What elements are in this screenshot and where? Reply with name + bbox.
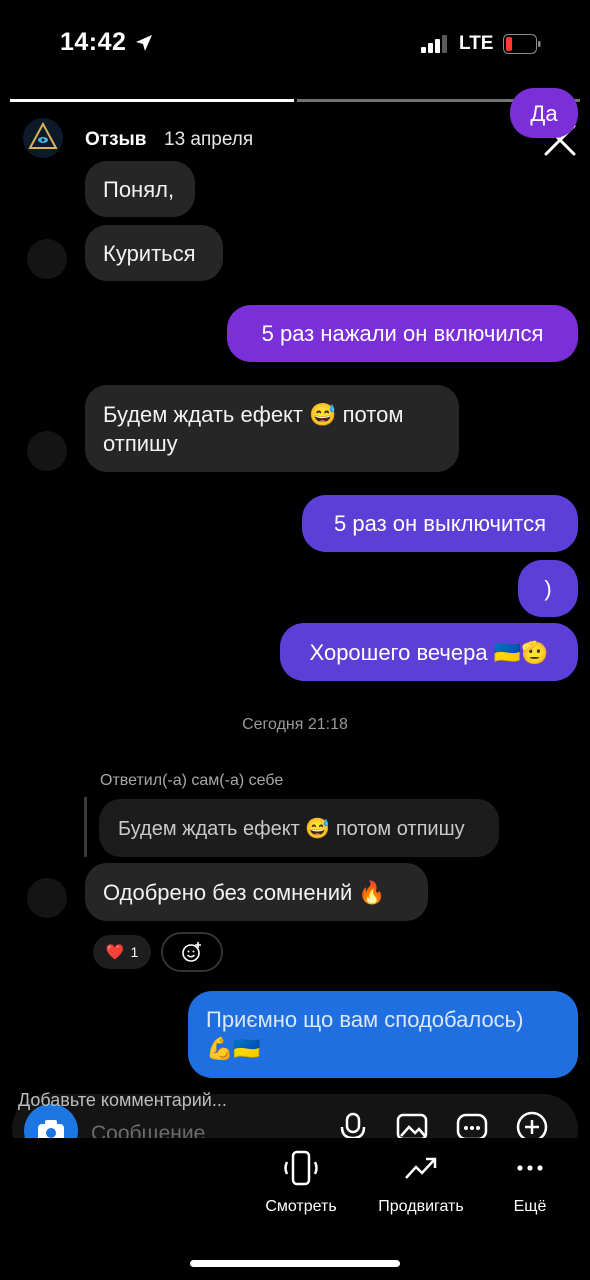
- message-text: Будем ждать ефект 😅 потом: [103, 401, 404, 427]
- reaction-badge[interactable]: ❤️ 1: [91, 933, 153, 971]
- outgoing-message: Хорошего вечера 🇺🇦🫡: [280, 623, 578, 681]
- story-username[interactable]: Отзыв: [85, 129, 146, 151]
- sender-avatar: [27, 431, 67, 471]
- reaction-count: 1: [130, 944, 139, 960]
- eye-triangle-icon: [23, 118, 63, 158]
- battery-icon: [503, 34, 541, 54]
- highlighted-outgoing-message: Приємно що вам сподобалось) 💪🇺🇦: [188, 991, 578, 1078]
- incoming-message: Куриться: [85, 225, 223, 281]
- status-time: 14:42: [60, 28, 127, 56]
- reply-line: [84, 797, 87, 857]
- message-text: Одобрено без сомнений 🔥: [103, 879, 386, 905]
- message-text-line2: отпишу: [103, 430, 178, 456]
- message-text: Куриться: [103, 240, 196, 266]
- signal-icon: [421, 35, 447, 53]
- quoted-text: Будем ждать ефект 😅 потом отпишу: [118, 817, 465, 840]
- location-arrow-icon: [136, 35, 152, 51]
- more-dots-icon: [517, 1165, 543, 1171]
- outgoing-message: 5 раз нажали он включился: [227, 305, 578, 362]
- message-text: 5 раз он выключится: [334, 511, 546, 536]
- story-avatar[interactable]: [23, 118, 63, 158]
- story-progress: [10, 99, 580, 102]
- message-text: Да: [530, 101, 558, 126]
- promote-label: Продвигать: [378, 1198, 464, 1215]
- incoming-message: Будем ждать ефект 😅 потом отпишу: [85, 385, 459, 472]
- outgoing-message-partial: Да: [510, 88, 578, 138]
- sender-avatar: [27, 239, 67, 279]
- phone-rotate-icon: [284, 1150, 318, 1186]
- message-text: ): [544, 576, 552, 601]
- home-indicator: [190, 1260, 400, 1267]
- message-text: Понял,: [103, 176, 175, 202]
- add-reaction-button[interactable]: [161, 932, 223, 972]
- message-text: Приємно що вам сподобалось): [206, 1007, 524, 1032]
- outgoing-message: 5 раз он выключится: [302, 495, 578, 552]
- more-label: Ещё: [513, 1198, 547, 1215]
- network-type: LTE: [459, 33, 494, 54]
- message-text: 5 раз нажали он включился: [261, 321, 544, 346]
- watch-label: Смотреть: [265, 1198, 337, 1215]
- incoming-message: Понял,: [85, 161, 195, 217]
- quoted-message[interactable]: Будем ждать ефект 😅 потом отпишу: [99, 799, 499, 857]
- promote-button[interactable]: Продвигать: [366, 1150, 476, 1216]
- message-text-line2: 💪🇺🇦: [206, 1036, 261, 1061]
- trend-up-icon: [405, 1157, 437, 1179]
- story-date: 13 апреля: [164, 129, 254, 150]
- progress-segment: [10, 99, 294, 102]
- heart-reaction-icon: ❤️: [105, 944, 125, 961]
- more-button[interactable]: Ещё: [500, 1150, 560, 1216]
- comment-label: Добавьте комментарий...: [18, 1090, 227, 1110]
- message-text: Хорошего вечера 🇺🇦🫡: [309, 639, 549, 665]
- incoming-message: Одобрено без сомнений 🔥: [85, 863, 428, 921]
- watch-button[interactable]: Смотреть: [255, 1150, 347, 1216]
- sender-avatar: [27, 878, 67, 918]
- outgoing-message: ): [518, 560, 578, 617]
- add-emoji-icon: [182, 942, 201, 962]
- date-separator: Сегодня 21:18: [242, 716, 348, 733]
- reply-label: Ответил(-а) сам(-а) себе: [100, 772, 284, 789]
